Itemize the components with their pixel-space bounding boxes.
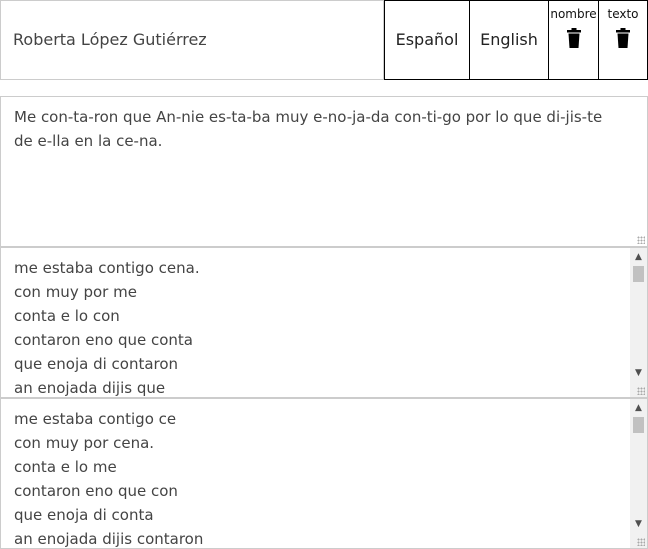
scrollbar-thumb[interactable] xyxy=(633,417,644,433)
word-list-2-lines: me estaba contigo ce con muy por cena. c… xyxy=(14,407,614,548)
list-item: con muy por me xyxy=(14,283,137,301)
triangle-up-icon[interactable]: ▲ xyxy=(630,250,647,264)
delete-text-button[interactable]: texto xyxy=(598,0,648,80)
delete-name-label: nombre xyxy=(550,7,597,21)
triangle-up-icon[interactable]: ▲ xyxy=(630,401,647,415)
triangle-down-icon[interactable]: ▼ xyxy=(630,366,647,380)
list-item: contaron eno que con xyxy=(14,482,178,500)
syllabified-text: Me con-ta-ron que An-nie es-ta-ba muy e-… xyxy=(14,108,603,150)
trash-icon xyxy=(616,28,630,48)
list-item: an enojada dijis que xyxy=(14,379,166,397)
list-item: contaron eno que conta xyxy=(14,331,194,349)
english-button[interactable]: English xyxy=(469,0,549,80)
spanish-button[interactable]: Español xyxy=(384,0,470,80)
name-text: Roberta López Gutiérrez xyxy=(13,30,207,49)
word-list-1[interactable]: me estaba contigo cena. con muy por me c… xyxy=(0,247,648,398)
resize-grip-icon[interactable] xyxy=(637,236,645,244)
list-item: conta e lo me xyxy=(14,458,117,476)
word-list-1-lines: me estaba contigo cena. con muy por me c… xyxy=(14,256,614,397)
list-item: con muy por cena. xyxy=(14,434,155,452)
spanish-button-label: Español xyxy=(395,30,459,49)
word-list-2[interactable]: me estaba contigo ce con muy por cena. c… xyxy=(0,398,648,549)
delete-text-label: texto xyxy=(607,7,639,21)
name-field[interactable]: Roberta López Gutiérrez xyxy=(0,0,384,80)
scrollbar[interactable]: ▲ ▼ xyxy=(630,248,647,397)
list-item: conta e lo con xyxy=(14,307,120,325)
delete-name-button[interactable]: nombre xyxy=(548,0,599,80)
syllabified-textarea[interactable]: Me con-ta-ron que An-nie es-ta-ba muy e-… xyxy=(0,96,648,247)
list-item: an enojada dijis contaron xyxy=(14,530,204,548)
list-item: me estaba contigo cena. xyxy=(14,259,200,277)
header-bar: Roberta López Gutiérrez Español English … xyxy=(0,0,648,80)
triangle-down-icon[interactable]: ▼ xyxy=(630,517,647,531)
trash-icon xyxy=(566,28,581,48)
english-button-label: English xyxy=(480,30,538,49)
list-item: que enoja di contaron xyxy=(14,355,179,373)
list-item: que enoja di conta xyxy=(14,506,154,524)
scrollbar-thumb[interactable] xyxy=(633,266,644,282)
scrollbar[interactable]: ▲ ▼ xyxy=(630,399,647,548)
resize-grip-icon[interactable] xyxy=(637,387,645,395)
resize-grip-icon[interactable] xyxy=(637,538,645,546)
list-item: me estaba contigo ce xyxy=(14,410,177,428)
